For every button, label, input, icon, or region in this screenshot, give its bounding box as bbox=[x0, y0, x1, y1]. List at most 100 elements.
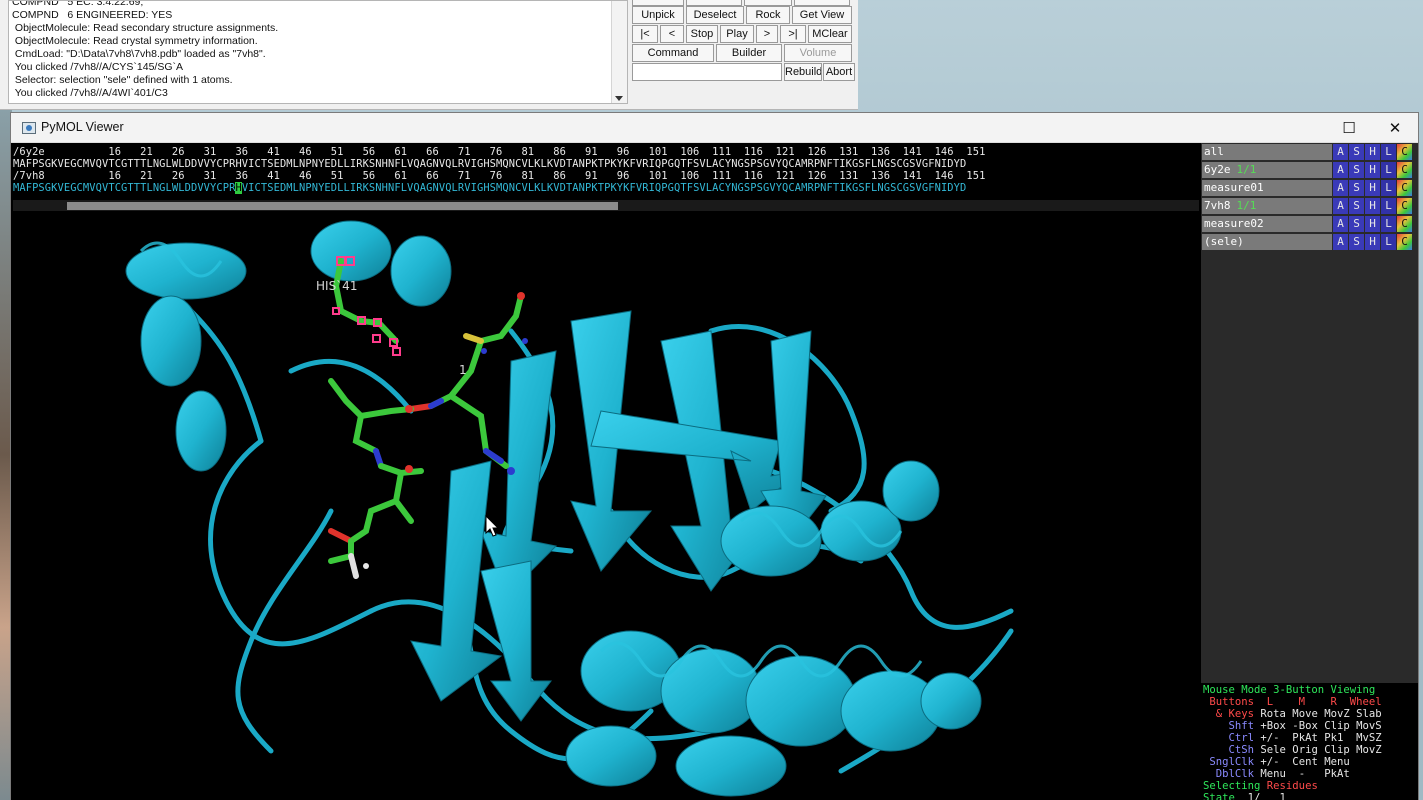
end-button[interactable]: >| bbox=[780, 25, 806, 43]
log-line: ObjectMolecule: Read crystal symmetry in… bbox=[12, 35, 258, 47]
object-panel: all A S H L C 6y2e 1/1 A S H L Cmeasure01 A S H L C 7vh8 1/… bbox=[1201, 143, 1418, 683]
object-s-button[interactable]: S bbox=[1349, 234, 1364, 250]
object-name[interactable]: measure02 bbox=[1202, 216, 1332, 232]
object-c-button[interactable]: C bbox=[1397, 180, 1412, 196]
back-button[interactable]: < bbox=[660, 25, 684, 43]
rewind-button[interactable]: |< bbox=[632, 25, 658, 43]
get-view-button[interactable]: Get View bbox=[792, 6, 852, 24]
object-a-button[interactable]: A bbox=[1333, 162, 1348, 178]
object-h-button[interactable]: H bbox=[1365, 198, 1380, 214]
object-a-button[interactable]: A bbox=[1333, 216, 1348, 232]
builder-button[interactable]: Builder bbox=[716, 44, 782, 62]
object-l-button[interactable]: L bbox=[1381, 234, 1396, 250]
atom-label-his41: HIS`41 bbox=[316, 279, 358, 293]
object-name-label: (sele) bbox=[1204, 235, 1244, 248]
object-name-label: 7vh8 bbox=[1204, 199, 1231, 212]
mclear-button[interactable]: MClear bbox=[808, 25, 852, 43]
seq-residues-7vh8[interactable]: MAFPSGKVEGCMVQVTCGTTTLNGLWLDDVVYCPRHVICT… bbox=[13, 182, 966, 194]
atom-label-cys145: 1 bbox=[459, 363, 467, 377]
log-line: You clicked /7vh8//A/CYS`145/SG`A bbox=[12, 61, 184, 73]
object-c-button[interactable]: C bbox=[1397, 198, 1412, 214]
object-state: 1/1 bbox=[1236, 199, 1257, 212]
object-state: 1/1 bbox=[1236, 163, 1257, 176]
object-l-button[interactable]: L bbox=[1381, 144, 1396, 160]
object-name-label: 6y2e bbox=[1204, 163, 1231, 176]
object-h-button[interactable]: H bbox=[1365, 162, 1380, 178]
abort-button[interactable]: Abort bbox=[823, 63, 855, 81]
molecule-render[interactable] bbox=[11, 211, 1201, 800]
seq-after: VICTSEDMLNPNYEDLLIRKSNHNFLVQAGNVQLRVIGHS… bbox=[241, 182, 967, 194]
object-l-button[interactable]: L bbox=[1381, 180, 1396, 196]
deselect-button[interactable]: Deselect bbox=[686, 6, 744, 24]
sequence-viewer[interactable]: /6y2e 16 21 26 31 36 41 46 51 56 61 66 7… bbox=[11, 143, 1201, 211]
object-l-button[interactable]: L bbox=[1381, 216, 1396, 232]
object-row[interactable]: 7vh8 1/1 A S H L C bbox=[1201, 198, 1418, 215]
object-name[interactable]: 7vh8 1/1 bbox=[1202, 198, 1332, 214]
stop-button[interactable]: Stop bbox=[686, 25, 718, 43]
unpick-button[interactable]: Unpick bbox=[632, 6, 684, 24]
play-button[interactable]: Play bbox=[720, 25, 754, 43]
rebuild-button[interactable]: Rebuild bbox=[784, 63, 822, 81]
log-lines: COMPND 5 EC: 3.4.22.69; COMPND 6 ENGINEER… bbox=[12, 0, 609, 100]
object-s-button[interactable]: S bbox=[1349, 198, 1364, 214]
window-title: PyMOL Viewer bbox=[41, 120, 124, 134]
object-h-button[interactable]: H bbox=[1365, 180, 1380, 196]
object-a-button[interactable]: A bbox=[1333, 234, 1348, 250]
object-name[interactable]: (sele) bbox=[1202, 234, 1332, 250]
object-h-button[interactable]: H bbox=[1365, 234, 1380, 250]
object-h-button[interactable]: H bbox=[1365, 216, 1380, 232]
object-name-label: measure02 bbox=[1204, 217, 1264, 230]
volume-button[interactable]: Volume bbox=[784, 44, 852, 62]
object-name-label: measure01 bbox=[1204, 181, 1264, 194]
title-bar[interactable]: PyMOL Viewer ☐ ✕ bbox=[11, 113, 1418, 143]
seq-ruler-7vh8: /7vh8 16 21 26 31 36 41 46 51 56 61 66 7… bbox=[13, 170, 986, 182]
log-line: COMPND 5 EC: 3.4.22.69; bbox=[12, 0, 144, 8]
sequence-scrollbar-thumb[interactable] bbox=[67, 202, 618, 210]
pymol-app-icon bbox=[22, 122, 36, 134]
object-l-button[interactable]: L bbox=[1381, 198, 1396, 214]
object-name-label: all bbox=[1204, 145, 1224, 158]
pymol-viewer-window: PyMOL Viewer ☐ ✕ /6y2e 16 21 26 31 36 41… bbox=[10, 112, 1419, 800]
seq-residues-6y2e[interactable]: MAFPSGKVEGCMVQVTCGTTTLNGLWLDDVVYCPRHVICT… bbox=[13, 158, 966, 170]
close-icon[interactable]: ✕ bbox=[1379, 117, 1411, 139]
object-row[interactable]: (sele) A S H L C bbox=[1201, 234, 1418, 251]
object-c-button[interactable]: C bbox=[1397, 162, 1412, 178]
log-scrollbar[interactable] bbox=[611, 1, 627, 103]
scroll-down-arrow-icon[interactable] bbox=[615, 96, 623, 101]
object-name[interactable]: 6y2e 1/1 bbox=[1202, 162, 1332, 178]
state-indicator: State 1/ 1 bbox=[1203, 792, 1286, 800]
object-c-button[interactable]: C bbox=[1397, 216, 1412, 232]
forward-button[interactable]: > bbox=[756, 25, 778, 43]
mouse-mode-panel[interactable]: Mouse Mode 3-Button Viewing Buttons L M … bbox=[1201, 683, 1418, 800]
maximize-icon[interactable]: ☐ bbox=[1333, 117, 1365, 139]
cartoon-helices bbox=[125, 220, 982, 797]
object-s-button[interactable]: S bbox=[1349, 162, 1364, 178]
log-line: COMPND 6 ENGINEERED: YES bbox=[12, 9, 173, 21]
rock-button[interactable]: Rock bbox=[746, 6, 790, 24]
object-c-button[interactable]: C bbox=[1397, 144, 1412, 160]
seq-before: MAFPSGKVEGCMVQVTCGTTTLNGLWLDDVVYCPR bbox=[13, 182, 236, 194]
object-c-button[interactable]: C bbox=[1397, 234, 1412, 250]
log-line: You clicked /7vh8//A/4WI`401/C3 bbox=[12, 87, 168, 99]
object-a-button[interactable]: A bbox=[1333, 198, 1348, 214]
object-s-button[interactable]: S bbox=[1349, 216, 1364, 232]
object-name[interactable]: all bbox=[1202, 144, 1332, 160]
3d-viewport[interactable]: HIS`41 1 bbox=[11, 211, 1201, 800]
object-a-button[interactable]: A bbox=[1333, 144, 1348, 160]
object-row[interactable]: all A S H L C bbox=[1201, 144, 1418, 161]
object-a-button[interactable]: A bbox=[1333, 180, 1348, 196]
object-s-button[interactable]: S bbox=[1349, 144, 1364, 160]
object-row[interactable]: 6y2e 1/1 A S H L C bbox=[1201, 162, 1418, 179]
command-button[interactable]: Command bbox=[632, 44, 714, 62]
object-h-button[interactable]: H bbox=[1365, 144, 1380, 160]
object-l-button[interactable]: L bbox=[1381, 162, 1396, 178]
external-gui-window: COMPND 5 EC: 3.4.22.69; COMPND 6 ENGINEER… bbox=[0, 0, 858, 110]
object-s-button[interactable]: S bbox=[1349, 180, 1364, 196]
object-row[interactable]: measure01 A S H L C bbox=[1201, 180, 1418, 197]
output-log[interactable]: COMPND 5 EC: 3.4.22.69; COMPND 6 ENGINEER… bbox=[8, 0, 628, 104]
object-name[interactable]: measure01 bbox=[1202, 180, 1332, 196]
log-line: Selector: selection "sele" defined with … bbox=[12, 74, 233, 86]
command-input[interactable] bbox=[632, 63, 782, 81]
object-row[interactable]: measure02 A S H L C bbox=[1201, 216, 1418, 233]
log-line: CmdLoad: "D:\Data\7vh8\7vh8.pdb" loaded … bbox=[12, 48, 266, 60]
